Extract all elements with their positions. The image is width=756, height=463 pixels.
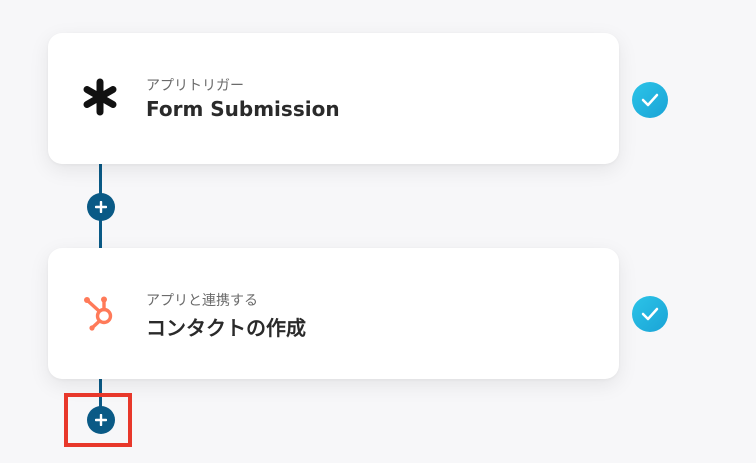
completed-check-icon [632, 296, 668, 332]
step-card-action[interactable]: アプリと連携する コンタクトの作成 [48, 248, 619, 379]
flow-canvas: アプリトリガー Form Submission アプリと連携する コンタクトの作… [0, 0, 756, 463]
completed-check-icon [632, 82, 668, 118]
step-card-trigger[interactable]: アプリトリガー Form Submission [48, 33, 619, 164]
add-step-button[interactable] [87, 193, 115, 221]
step-subtitle: アプリトリガー [146, 78, 244, 94]
asterisk-icon [80, 77, 120, 117]
step-title: Form Submission [146, 97, 340, 121]
step-title: コンタクトの作成 [146, 316, 306, 340]
highlight-box [64, 393, 132, 447]
step-subtitle: アプリと連携する [146, 293, 258, 309]
hubspot-icon [80, 292, 120, 332]
plus-icon [95, 201, 107, 213]
